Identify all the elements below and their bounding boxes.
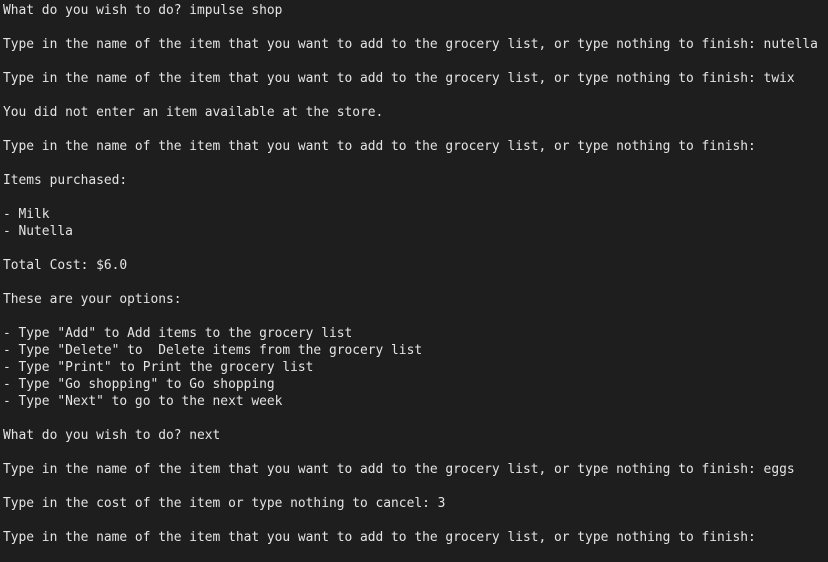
terminal-line: Type in the name of the item that you wa… bbox=[3, 139, 756, 154]
terminal-line: Total Cost: $6.0 bbox=[3, 258, 128, 273]
terminal-line: Type in the cost of the item or type not… bbox=[3, 496, 446, 511]
terminal-line: Items purchased: bbox=[3, 173, 128, 188]
terminal-line: Type in the name of the item that you wa… bbox=[3, 530, 756, 545]
terminal-line: You did not enter an item available at t… bbox=[3, 105, 384, 120]
terminal-output[interactable]: What do you wish to do? impulse shop Typ… bbox=[0, 0, 828, 562]
terminal-line: - Nutella bbox=[3, 224, 73, 239]
terminal-line: - Type "Print" to Print the grocery list bbox=[3, 360, 314, 375]
terminal-line: What do you wish to do? next bbox=[3, 428, 221, 443]
terminal-line: - Milk bbox=[3, 207, 50, 222]
terminal-line: - Type "Add" to Add items to the grocery… bbox=[3, 326, 353, 341]
terminal-line: What do you wish to do? impulse shop bbox=[3, 3, 283, 18]
terminal-line: Type in the name of the item that you wa… bbox=[3, 462, 795, 477]
terminal-line: Type in the name of the item that you wa… bbox=[3, 37, 818, 52]
terminal-line: - Type "Next" to go to the next week bbox=[3, 394, 283, 409]
terminal-line: - Type "Go shopping" to Go shopping bbox=[3, 377, 275, 392]
terminal-line: Type in the name of the item that you wa… bbox=[3, 71, 795, 86]
terminal-line: These are your options: bbox=[3, 292, 182, 307]
terminal-line: - Type "Delete" to Delete items from the… bbox=[3, 343, 423, 358]
